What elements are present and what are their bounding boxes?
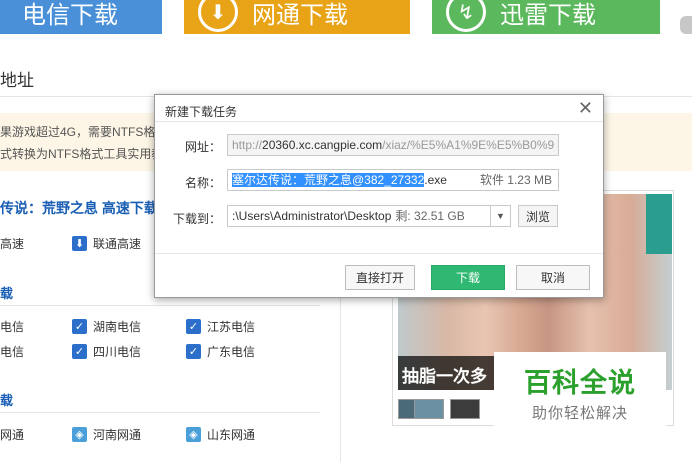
telecom-logo-icon: ✓ [186,344,201,359]
download-link[interactable]: ⬇ 联通高速 [72,235,141,252]
thunder-download-label: 迅雷下载 [500,1,596,29]
link-label: 电信 [0,320,25,334]
watermark-title: 百科全说 [524,368,636,398]
download-link[interactable]: ◈ 河南网通 [72,426,141,443]
link-label: 网通 [0,428,25,442]
free-space: 剩: 32.51 GB [395,209,465,223]
netcom-logo-icon: ◈ [72,427,87,442]
divider [0,305,320,306]
link-label: 联通高速 [93,237,142,251]
telecom-section-title: 载 [0,286,14,301]
baike-watermark: 百科全说 助你轻松解决 [494,352,666,432]
open-directly-button[interactable]: 直接打开 [345,265,415,290]
telecom-logo-icon: ✓ [72,319,87,334]
save-to-label: 下载到： [172,212,221,226]
download-link[interactable]: 高速 [0,235,24,252]
divider [0,412,320,413]
download-link[interactable]: 网通 [0,426,24,443]
filename-input[interactable]: 塞尔达传说：荒野之息@382_27332.exe 软件 1.23 MB [227,169,559,191]
new-download-dialog: 新建下载任务 ✕ 网址： http://20360.xc.cangpie.com… [154,94,604,298]
cancel-button[interactable]: 取消 [516,265,590,290]
save-path: :\Users\Administrator\Desktop [232,209,392,223]
address-section-title: 地址 [0,71,34,90]
download-link[interactable]: ◈ 山东网通 [186,426,255,443]
url-prefix: http:// [232,138,263,152]
name-label: 名称： [184,176,221,190]
file-size: 软件 1.23 MB [479,173,552,187]
thunder-logo-icon: ↯ [446,0,486,32]
netcom-download-button[interactable]: ⬇ 网通下载 [184,0,410,34]
ad-image-detail [646,194,672,254]
link-label: 广东电信 [207,345,256,359]
link-label: 四川电信 [93,345,142,359]
url-host: 20360.xc.cangpie.com [262,138,383,152]
link-label: 高速 [0,237,25,251]
download-button[interactable]: 下载 [431,265,505,290]
link-label: 湖南电信 [93,320,142,334]
link-label: 山东网通 [207,428,256,442]
link-label: 江苏电信 [207,320,256,334]
download-link[interactable]: 电信 [0,343,24,360]
thunder-download-button[interactable]: ↯ 迅雷下载 [432,0,660,34]
netcom-download-label: 网通下载 [252,1,348,29]
netcom-logo-icon: ◈ [186,427,201,442]
netcom-section-title: 载 [0,393,14,408]
ad-thumbnail[interactable] [414,399,444,419]
download-link[interactable]: 电信 [0,318,24,335]
ad-thumbnail[interactable] [450,399,480,419]
download-link[interactable]: ✓ 广东电信 [186,343,255,360]
dialog-title: 新建下载任务 [165,105,238,119]
telecom-download-button[interactable]: 电信下载 [0,0,162,34]
ad-caption[interactable]: 抽脂一次多 [398,356,496,390]
telecom-logo-icon: ✓ [186,319,201,334]
game-download-title: 传说：荒野之息 高速下载 [0,200,158,216]
url-path: /xiaz/%E5%A1%9E%E5%B0%9 [382,138,555,152]
download-link[interactable]: ✓ 四川电信 [72,343,141,360]
link-label: 电信 [0,345,25,359]
watermark-subtitle: 助你轻松解决 [531,405,628,422]
url-label: 网址： [184,140,221,154]
side-tab[interactable] [680,16,692,34]
download-link[interactable]: ✓ 江苏电信 [186,318,255,335]
filename-extension: .exe [424,173,447,187]
close-icon[interactable]: ✕ [578,98,593,119]
filename-selected: 塞尔达传说：荒野之息@382_27332 [232,173,425,187]
chevron-down-icon[interactable]: ▼ [491,205,511,227]
save-path-input[interactable]: :\Users\Administrator\Desktop 剩: 32.51 GB [227,205,491,227]
download-arrow-icon: ⬇ [198,0,238,32]
telecom-download-label: 电信下载 [22,1,118,29]
download-arrow-icon: ⬇ [72,236,87,251]
url-field[interactable]: http://20360.xc.cangpie.com/xiaz/%E5%A1%… [227,134,559,156]
dialog-divider [155,253,603,254]
telecom-logo-icon: ✓ [72,344,87,359]
link-label: 河南网通 [93,428,142,442]
browse-button[interactable]: 浏览 [518,205,558,227]
download-link[interactable]: ✓ 湖南电信 [72,318,141,335]
dialog-divider [155,121,603,122]
